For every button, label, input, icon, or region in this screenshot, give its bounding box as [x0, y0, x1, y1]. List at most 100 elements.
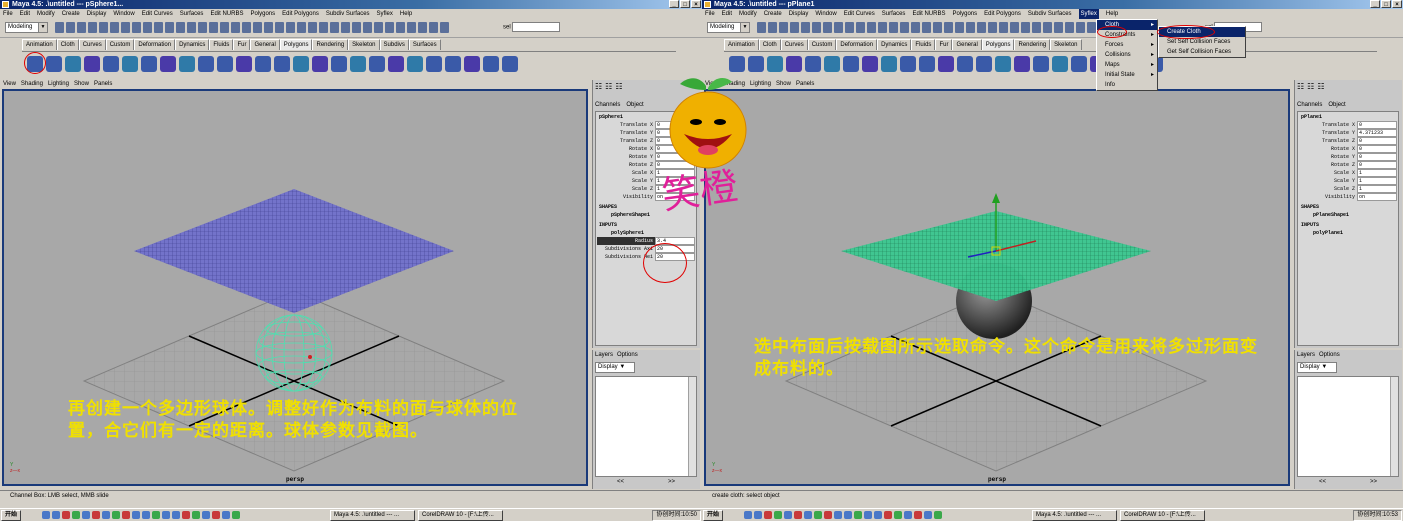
shelf-tool-icon[interactable] [312, 56, 328, 72]
tab-fur[interactable]: Fur [233, 39, 251, 50]
shelf-tool-icon[interactable] [957, 56, 973, 72]
mode-selector[interactable]: Modeling ▼ [5, 22, 48, 33]
status-tool-icon[interactable] [187, 22, 196, 33]
layout-icon[interactable]: ☷ [1297, 82, 1304, 91]
menu-edit-polygons[interactable]: Edit Polygons [282, 9, 319, 19]
vp-menu-view[interactable]: View [3, 80, 16, 89]
start-button[interactable]: 开始 [1, 510, 22, 521]
menu-display[interactable]: Display [789, 9, 809, 19]
quicklaunch-icon[interactable] [874, 511, 882, 519]
menu-display[interactable]: Display [87, 9, 107, 19]
status-tool-icon[interactable] [911, 22, 920, 33]
quicklaunch-icon[interactable] [824, 511, 832, 519]
syflex-item-info[interactable]: Info [1097, 80, 1157, 90]
menu-edit-nurbs[interactable]: Edit NURBS [912, 9, 945, 19]
status-tool-icon[interactable] [988, 22, 997, 33]
shelf-tool-icon[interactable] [881, 56, 897, 72]
menu-file[interactable]: File [3, 9, 13, 19]
status-tool-icon[interactable] [308, 22, 317, 33]
menu-create[interactable]: Create [62, 9, 80, 19]
quicklaunch-icon[interactable] [62, 511, 70, 519]
channel-value[interactable]: 1 [1357, 177, 1397, 185]
status-tool-icon[interactable] [856, 22, 865, 33]
status-tool-icon[interactable] [1087, 22, 1096, 33]
tab-polygons[interactable]: Polygons [981, 39, 1015, 50]
status-tool-icon[interactable] [319, 22, 328, 33]
layer-list[interactable] [1297, 376, 1399, 477]
maximize-icon[interactable]: □ [680, 0, 690, 8]
input-node[interactable]: polySphere1 [597, 229, 695, 237]
shelf-tool-icon[interactable] [331, 56, 347, 72]
status-tool-icon[interactable] [768, 22, 777, 33]
channel-value[interactable]: 1 [1357, 185, 1397, 193]
quicklaunch-icon[interactable] [904, 511, 912, 519]
status-tool-icon[interactable] [253, 22, 262, 33]
options-menu[interactable]: Options [1319, 352, 1340, 358]
quicklaunch-icon[interactable] [102, 511, 110, 519]
layout-icon[interactable]: ☷ [595, 82, 602, 91]
menu-subdiv-surfaces[interactable]: Subdiv Surfaces [326, 9, 370, 19]
tab-fluids[interactable]: Fluids [911, 39, 936, 50]
status-tool-icon[interactable] [867, 22, 876, 33]
menu-surfaces[interactable]: Surfaces [180, 9, 204, 19]
status-tool-icon[interactable] [341, 22, 350, 33]
tab-deformation[interactable]: Deformation [836, 39, 878, 50]
channel-row[interactable]: Visibility on [1299, 193, 1397, 201]
shelf-tool-icon[interactable] [464, 56, 480, 72]
status-tool-icon[interactable] [955, 22, 964, 33]
tab-object[interactable]: Object [626, 102, 643, 108]
shelf-tool-icon[interactable] [938, 56, 954, 72]
tab-subdivs[interactable]: Subdivs [379, 39, 409, 50]
channel-value[interactable]: 0 [1357, 121, 1397, 129]
status-tool-icon[interactable] [407, 22, 416, 33]
tab-curves[interactable]: Curves [78, 39, 106, 50]
input-channel-row[interactable]: Radius 3.4 [597, 237, 695, 245]
tab-animation[interactable]: Animation [22, 39, 57, 50]
channel-value[interactable]: on [1357, 193, 1397, 201]
poly-torus-icon[interactable] [122, 56, 138, 72]
status-tool-icon[interactable] [275, 22, 284, 33]
minimize-icon[interactable]: _ [669, 0, 679, 8]
status-tool-icon[interactable] [944, 22, 953, 33]
perspective-view[interactable]: Yz—x persp [704, 89, 1290, 486]
status-tool-icon[interactable] [889, 22, 898, 33]
display-dropdown[interactable]: Display ▼ [1297, 362, 1337, 373]
status-tool-icon[interactable] [779, 22, 788, 33]
tab-custom[interactable]: Custom [105, 39, 135, 50]
layers-menu[interactable]: Layers [1297, 352, 1315, 358]
status-tool-icon[interactable] [154, 22, 163, 33]
start-button[interactable]: 开始 [703, 510, 724, 521]
status-tool-icon[interactable] [143, 22, 152, 33]
status-tool-icon[interactable] [264, 22, 273, 33]
task-coreldraw[interactable]: CorelDRAW 10 - [F:\上传... [1120, 510, 1205, 521]
quicklaunch-icon[interactable] [834, 511, 842, 519]
options-menu[interactable]: Options [617, 352, 638, 358]
quicklaunch-icon[interactable] [804, 511, 812, 519]
status-tool-icon[interactable] [231, 22, 240, 33]
shelf-tool-icon[interactable] [407, 56, 423, 72]
status-tool-icon[interactable] [834, 22, 843, 33]
channel-value[interactable]: 0 [1357, 145, 1397, 153]
quicklaunch-icon[interactable] [222, 511, 230, 519]
quicklaunch-icon[interactable] [894, 511, 902, 519]
channel-row[interactable]: Translate X0 [1299, 121, 1397, 129]
status-tool-icon[interactable] [220, 22, 229, 33]
channel-row[interactable]: Translate Z0 [1299, 137, 1397, 145]
quicklaunch-icon[interactable] [42, 511, 50, 519]
channel-value[interactable]: 0 [1357, 161, 1397, 169]
channel-value[interactable]: 0 [1357, 137, 1397, 145]
quicklaunch-icon[interactable] [914, 511, 922, 519]
nav-back-icon[interactable]: << [617, 478, 624, 487]
menu-modify[interactable]: Modify [37, 9, 55, 19]
nav-back-icon[interactable]: << [1319, 478, 1326, 487]
nav-forward-icon[interactable]: >> [1370, 478, 1377, 487]
layout-icon[interactable]: ☷ [1317, 82, 1324, 91]
status-tool-icon[interactable] [99, 22, 108, 33]
mode-selector[interactable]: Modeling ▼ [707, 22, 750, 33]
shelf-tool-icon[interactable] [1033, 56, 1049, 72]
vp-menu-shading[interactable]: Shading [21, 80, 43, 89]
status-tool-icon[interactable] [396, 22, 405, 33]
get-self-collision-item[interactable]: Get Self Collision Faces [1159, 47, 1245, 57]
task-coreldraw[interactable]: CorelDRAW 10 - [F:\上传... [418, 510, 503, 521]
status-tool-icon[interactable] [845, 22, 854, 33]
